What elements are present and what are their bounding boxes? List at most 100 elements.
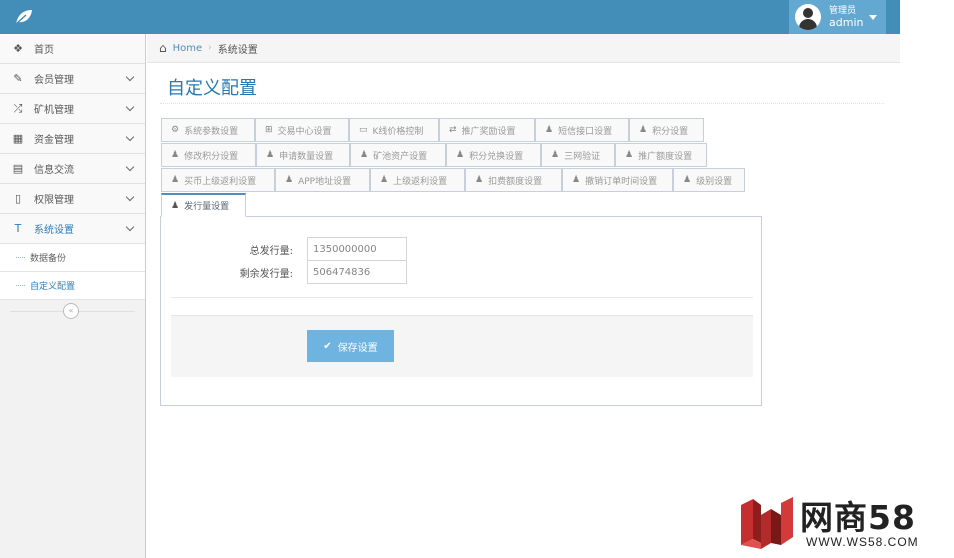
calendar-icon: ▦: [12, 132, 24, 145]
random-icon: ⤮: [13, 101, 23, 115]
file-icon: ▯: [14, 192, 22, 205]
title-divider: [160, 103, 884, 104]
tab-label: APP地址设置: [298, 176, 352, 187]
sidebar-subitem-2[interactable]: 自定义配置: [0, 272, 145, 300]
user-icon: ♟: [171, 150, 180, 160]
tab-label: 买币上级返利设置: [184, 176, 257, 187]
user-icon: ♟: [285, 175, 294, 185]
chevron-down-icon: [125, 132, 135, 142]
form-divider: [171, 297, 753, 298]
tab-9[interactable]: ♟ 矿池资产设置: [350, 143, 446, 167]
sidebar-item-4[interactable]: ▦ 资金管理: [0, 124, 145, 154]
tab-label: K线价格控制: [372, 126, 424, 137]
tab-12[interactable]: ♟ 推广额度设置: [615, 143, 707, 167]
tab-2[interactable]: ⊞ 交易中心设置: [255, 118, 349, 142]
sidebar-item-label: 信息交流: [34, 165, 74, 176]
sidebar-item-7[interactable]: T 系统设置: [0, 214, 145, 244]
collapse-sidebar-icon[interactable]: «: [63, 303, 79, 319]
chevron-down-icon: [125, 222, 135, 232]
user-icon: ♟: [171, 175, 180, 185]
sidebar-item-label: 会员管理: [34, 75, 74, 86]
tab-label: 撤销订单时间设置: [585, 176, 658, 187]
form-actions: ✔ 保存设置: [171, 315, 753, 377]
exchange-icon: ⇄: [449, 125, 457, 135]
user-icon: ♟: [266, 150, 275, 160]
tab-3[interactable]: ▭ K线价格控制: [349, 118, 439, 142]
tab-label: 三网验证: [564, 151, 601, 162]
user-icon: ♟: [572, 175, 581, 185]
sidebar: ❖ 首页 ✎ 会员管理 ⤮ 矿机管理 ▦ 资金管理 ▤ 信息交流 ▯ 权限管理 T 系统设置 数据备份 自定…: [0, 34, 146, 558]
page-title: 自定义配置: [167, 78, 257, 99]
dashboard-icon: ❖: [13, 42, 23, 55]
caret-down-icon: [869, 14, 878, 20]
tab-1[interactable]: ⚙ 系统参数设置: [161, 118, 255, 142]
tab-13[interactable]: ♟ 买币上级返利设置: [161, 168, 275, 192]
ws58-watermark: 网商58 WWW.WS58.COM: [737, 490, 947, 554]
tab-15[interactable]: ♟ 上级返利设置: [370, 168, 465, 192]
tab-label: 积分设置: [652, 126, 689, 137]
plus-square-icon: ⊞: [265, 125, 273, 135]
breadcrumb-home-link[interactable]: Home: [173, 43, 203, 54]
chevron-down-icon: [125, 192, 135, 202]
tab-11[interactable]: ♟ 三网验证: [541, 143, 615, 167]
sidebar-subitem-1[interactable]: 数据备份: [0, 244, 145, 272]
user-icon: ♟: [380, 175, 389, 185]
sidebar-item-6[interactable]: ▯ 权限管理: [0, 184, 145, 214]
tab-label: 推广额度设置: [638, 151, 693, 162]
user-icon: ♟: [545, 125, 554, 135]
chevron-down-icon: [125, 102, 135, 112]
user-icon: ♟: [551, 150, 560, 160]
tab-label: 扣费额度设置: [488, 176, 543, 187]
tab-17[interactable]: ♟ 撤销订单时间设置: [562, 168, 673, 192]
sidebar-item-label: 资金管理: [34, 135, 74, 146]
sidebar-item-5[interactable]: ▤ 信息交流: [0, 154, 145, 184]
user-menu[interactable]: 管理员 admin: [789, 0, 886, 34]
user-icon: ♟: [456, 150, 465, 160]
tab-14[interactable]: ♟ APP地址设置: [275, 168, 370, 192]
user-info: 管理员 admin: [829, 6, 863, 28]
leaf-logo-icon[interactable]: [14, 8, 34, 26]
save-settings-button[interactable]: ✔ 保存设置: [307, 330, 394, 362]
breadcrumb: ⌂ Home › 系统设置: [147, 34, 900, 63]
total-issuance-label: 总发行量:: [249, 246, 293, 257]
sidebar-collapse-bar: «: [0, 300, 145, 322]
tab-label: 系统参数设置: [184, 126, 239, 137]
tab-7[interactable]: ♟ 修改积分设置: [161, 143, 256, 167]
tab-6[interactable]: ♟ 积分设置: [629, 118, 704, 142]
user-name: admin: [829, 16, 864, 29]
tab-label: 修改积分设置: [184, 151, 239, 162]
tab-18[interactable]: ♟ 级别设置: [673, 168, 745, 192]
text-icon: T: [14, 222, 22, 235]
tab-5[interactable]: ♟ 短信接口设置: [535, 118, 629, 142]
tab-label: 短信接口设置: [558, 126, 613, 137]
sidebar-item-3[interactable]: ⤮ 矿机管理: [0, 94, 145, 124]
watermark-brand: 网商58: [800, 498, 916, 537]
breadcrumb-current: 系统设置: [217, 44, 258, 56]
ws58-logo-icon: [741, 497, 793, 549]
cogs-icon: ⚙: [171, 125, 180, 135]
sidebar-item-label: 首页: [34, 45, 54, 56]
sidebar-item-1[interactable]: ❖ 首页: [0, 34, 145, 64]
tab-8[interactable]: ♟ 申请数量设置: [256, 143, 350, 167]
chevron-down-icon: [125, 162, 135, 172]
tab-19[interactable]: ♟ 发行量设置: [161, 193, 246, 217]
top-navbar: 管理员 admin: [0, 0, 900, 34]
user-icon: ♟: [360, 150, 369, 160]
remaining-issuance-input[interactable]: [307, 260, 407, 284]
user-icon: ♟: [639, 125, 648, 135]
sidebar-item-2[interactable]: ✎ 会员管理: [0, 64, 145, 94]
tab-label: 申请数量设置: [279, 151, 334, 162]
tab-16[interactable]: ♟ 扣费额度设置: [465, 168, 562, 192]
tab-4[interactable]: ⇄ 推广奖励设置: [439, 118, 535, 142]
tab-label: 交易中心设置: [277, 126, 332, 137]
check-icon: ✔: [323, 340, 332, 352]
user-icon: ♟: [475, 175, 484, 185]
tab-10[interactable]: ♟ 积分兑换设置: [446, 143, 541, 167]
user-icon: ♟: [171, 200, 180, 211]
home-icon: ⌂: [159, 41, 167, 55]
tab-label: 积分兑换设置: [469, 151, 524, 162]
total-issuance-input[interactable]: [307, 237, 407, 261]
tab-label: 矿池资产设置: [373, 151, 428, 162]
save-settings-label: 保存设置: [337, 342, 378, 354]
avatar: [795, 4, 821, 30]
